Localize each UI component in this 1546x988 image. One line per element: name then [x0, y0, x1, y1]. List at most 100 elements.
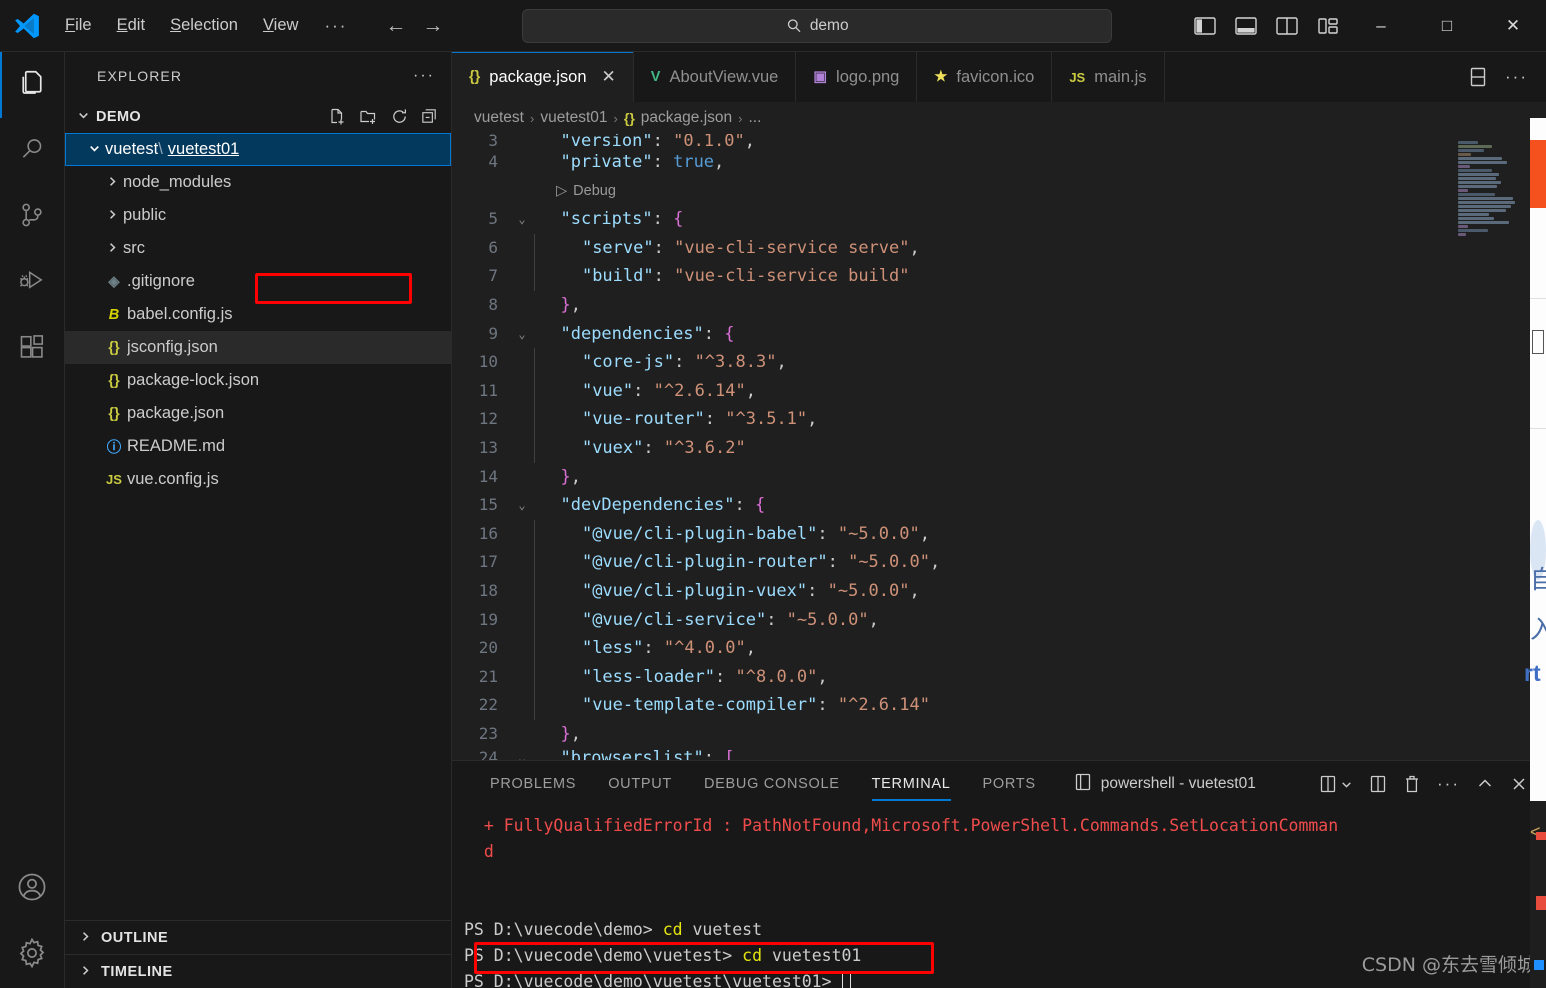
panel-tab-output[interactable]: OUTPUT: [592, 761, 688, 807]
toggle-secondary-sidebar-icon[interactable]: [1273, 12, 1301, 40]
menu-item-more[interactable]: ···: [312, 13, 359, 39]
window-controls: – □ ✕: [1348, 0, 1546, 52]
minimap[interactable]: [1452, 134, 1530, 760]
editor-tab-logo-png[interactable]: ▣ logo.png: [796, 52, 918, 102]
editor-tab-favicon-ico[interactable]: ★ favicon.ico: [917, 52, 1053, 102]
new-terminal-dropdown-icon[interactable]: [1319, 774, 1353, 794]
tree-row-readme-md[interactable]: ⓘ README.md: [65, 430, 451, 463]
tree-row-vuetest-vuetest01[interactable]: vuetest \ vuetest01: [65, 133, 451, 166]
breadcrumb-item-package-json[interactable]: package.json: [641, 109, 732, 127]
tree-row-vue-config-js[interactable]: JS vue.config.js: [65, 463, 451, 496]
more-actions-icon[interactable]: ···: [1505, 67, 1528, 87]
menu-item-view[interactable]: View: [252, 11, 309, 40]
kill-terminal-icon[interactable]: [1403, 774, 1421, 794]
code-text: ▷ Debug: [534, 177, 616, 206]
editor-scrollbar[interactable]: [1530, 134, 1546, 760]
codelens-debug[interactable]: ▷ Debug: [556, 177, 616, 206]
editor-tab-label: main.js: [1094, 67, 1147, 86]
new-file-icon[interactable]: [328, 107, 348, 127]
play-icon: ▷: [556, 182, 568, 199]
panel-more-actions-icon[interactable]: ···: [1437, 774, 1460, 794]
folder-section-header[interactable]: DEMO: [65, 100, 451, 133]
collapse-all-icon[interactable]: [420, 107, 439, 126]
command-center[interactable]: demo: [522, 8, 1113, 43]
activity-bar-item-settings[interactable]: [0, 922, 65, 988]
activity-bar-item-run-debug[interactable]: [0, 250, 65, 316]
sidebar-section-outline[interactable]: OUTLINE: [65, 920, 451, 954]
close-panel-icon[interactable]: [1510, 775, 1528, 793]
editor-scrollbar-thumb[interactable]: [1532, 164, 1544, 434]
window-maximize-button[interactable]: □: [1414, 0, 1480, 52]
menu-item-edit[interactable]: Edit: [106, 11, 156, 40]
tree-row-package-lock-json[interactable]: {} package-lock.json: [65, 364, 451, 397]
new-folder-icon[interactable]: [359, 107, 379, 127]
go-forward-icon[interactable]: →: [422, 15, 443, 36]
code-token: "@vue/cli-service": [581, 609, 767, 630]
maximize-panel-icon[interactable]: [1476, 775, 1494, 793]
code-line: 12 "vue-router": "^3.5.1",: [452, 405, 1452, 434]
tree-row-src[interactable]: src: [65, 232, 451, 265]
panel-tab-debug-console[interactable]: DEBUG CONSOLE: [688, 761, 856, 807]
code-token: :: [715, 666, 736, 687]
breadcrumb-item-vuetest[interactable]: vuetest: [474, 109, 524, 127]
sidebar-more-actions-icon[interactable]: ···: [413, 67, 435, 85]
breadcrumb-item-overflow[interactable]: ...: [748, 109, 761, 127]
fold-toggle-icon[interactable]: ⌄: [510, 744, 534, 760]
code-line: 7 "build": "vue-cli-service build": [452, 262, 1452, 291]
panel-tab-terminal[interactable]: TERMINAL: [856, 761, 967, 807]
tree-row-label: package-lock.json: [127, 371, 260, 389]
code-text: "scripts": {: [534, 205, 683, 234]
code-content[interactable]: 3 "version": "0.1.0", 4 "private": true, ▷…: [452, 134, 1452, 760]
editor-tab-aboutview-vue[interactable]: V AboutView.vue: [634, 52, 797, 102]
activity-bar-item-search[interactable]: [0, 118, 65, 184]
tree-row-label-prefix: vuetest: [105, 140, 159, 158]
window-close-button[interactable]: ✕: [1480, 0, 1546, 52]
activity-bar-item-source-control[interactable]: [0, 184, 65, 250]
code-token: :: [633, 380, 654, 401]
code-token: "^3.8.3": [694, 352, 777, 373]
toggle-panel-icon[interactable]: [1232, 12, 1260, 40]
terminal-selector[interactable]: powershell - vuetest01: [1074, 772, 1256, 797]
fold-toggle-icon[interactable]: ⌄: [510, 491, 534, 520]
go-back-icon[interactable]: ←: [385, 15, 406, 36]
code-token: ,: [570, 294, 581, 315]
terminal-line: PS D:\vuecode\demo> cd vuetest: [464, 917, 1546, 943]
menu-item-file[interactable]: File: [54, 11, 103, 40]
refresh-icon[interactable]: [390, 107, 409, 126]
activity-bar-item-extensions[interactable]: [0, 316, 65, 382]
tree-row-package-json[interactable]: {} package.json: [65, 397, 451, 430]
sidebar-section-timeline[interactable]: TIMELINE: [65, 954, 451, 988]
activity-bar-item-explorer[interactable]: [0, 52, 65, 118]
terminal-text: PS D:\vuecode\demo>: [464, 920, 663, 939]
tree-row-public[interactable]: public: [65, 199, 451, 232]
code-line: 22 "vue-template-compiler": "^2.6.14": [452, 691, 1452, 720]
fold-toggle-icon[interactable]: ⌄: [510, 205, 534, 234]
json-file-icon: {}: [623, 110, 635, 126]
panel-tab-bar: PROBLEMS OUTPUT DEBUG CONSOLE TERMINAL P…: [452, 761, 1546, 807]
menu-item-selection[interactable]: Selection: [159, 11, 249, 40]
toggle-primary-sidebar-icon[interactable]: [1191, 12, 1219, 40]
fold-toggle-icon[interactable]: ⌄: [510, 320, 534, 349]
activity-bar-item-accounts[interactable]: [0, 856, 65, 922]
split-editor-down-icon[interactable]: [1467, 66, 1489, 88]
tree-row-jsconfig-json[interactable]: {} jsconfig.json: [65, 331, 451, 364]
terminal-output[interactable]: + FullyQualifiedErrorId : PathNotFound,M…: [452, 807, 1546, 988]
code-editor[interactable]: 3 "version": "0.1.0", 4 "private": true, ▷…: [452, 134, 1546, 760]
tree-row-babel-config-js[interactable]: B babel.config.js: [65, 298, 451, 331]
tree-row-gitignore[interactable]: ◈ .gitignore: [65, 265, 451, 298]
window-minimize-button[interactable]: –: [1348, 0, 1414, 52]
split-terminal-icon[interactable]: [1369, 774, 1387, 794]
panel-tab-ports[interactable]: PORTS: [967, 761, 1052, 807]
close-icon[interactable]: ✕: [602, 67, 616, 87]
panel-tab-problems[interactable]: PROBLEMS: [474, 761, 592, 807]
code-token: ,: [817, 666, 828, 687]
editor-tab-main-js[interactable]: JS main.js: [1052, 52, 1165, 102]
code-line: 9 ⌄ "dependencies": {: [452, 320, 1452, 349]
tree-row-node_modules[interactable]: node_modules: [65, 166, 451, 199]
customize-layout-icon[interactable]: [1314, 12, 1342, 40]
breadcrumb-item-vuetest01[interactable]: vuetest01: [540, 109, 607, 127]
editor-tab-package-json[interactable]: {} package.json ✕: [452, 52, 634, 102]
